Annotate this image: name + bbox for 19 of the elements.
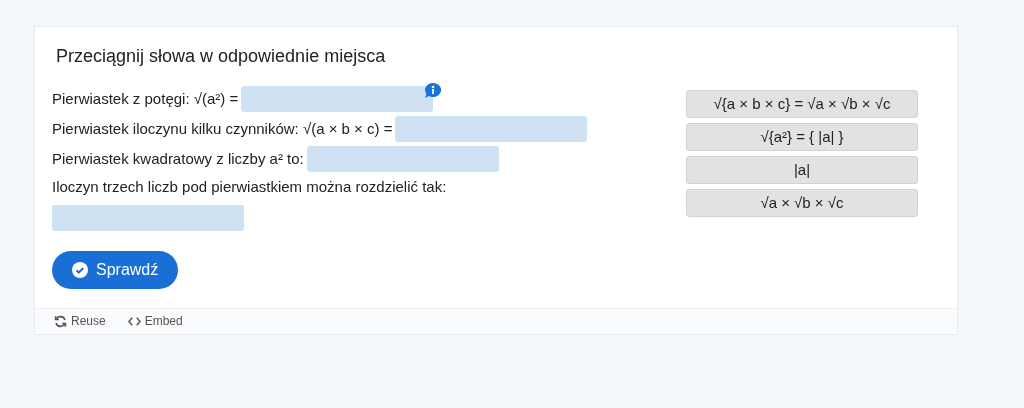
check-circle-icon bbox=[72, 261, 88, 278]
draggable-word[interactable]: √{a × b × c} = √a × √b × √c bbox=[686, 90, 918, 118]
reuse-link[interactable]: Reuse bbox=[54, 312, 106, 330]
draggable-word[interactable]: √a × √b × √c bbox=[686, 189, 918, 217]
question-text: Pierwiastek z potęgi: √(a²) = bbox=[52, 88, 239, 109]
question-text: Pierwiastek kwadratowy z liczby a² to: bbox=[52, 148, 304, 169]
question-text: Iloczyn trzech liczb pod pierwiastkiem można rozdzielić tak: bbox=[52, 177, 447, 197]
task-title: Przeciągnij słowa w odpowiednie miejsca bbox=[56, 45, 387, 68]
check-button[interactable]: Sprawdź bbox=[52, 250, 179, 289]
draggable-word[interactable]: √{a²} = { |a| } bbox=[686, 123, 918, 151]
refresh-icon bbox=[54, 314, 67, 328]
drop-zone[interactable] bbox=[306, 146, 499, 172]
question-text: Pierwiastek iloczynu kilku czynników: √(a × b × c) = bbox=[52, 118, 393, 139]
drop-zone[interactable] bbox=[52, 204, 244, 231]
draggable-word[interactable]: |a| bbox=[686, 156, 918, 184]
drop-zone[interactable] bbox=[395, 116, 588, 142]
embed-link[interactable]: Embed bbox=[127, 312, 183, 330]
info-icon[interactable] bbox=[423, 82, 444, 99]
code-icon bbox=[127, 315, 141, 327]
